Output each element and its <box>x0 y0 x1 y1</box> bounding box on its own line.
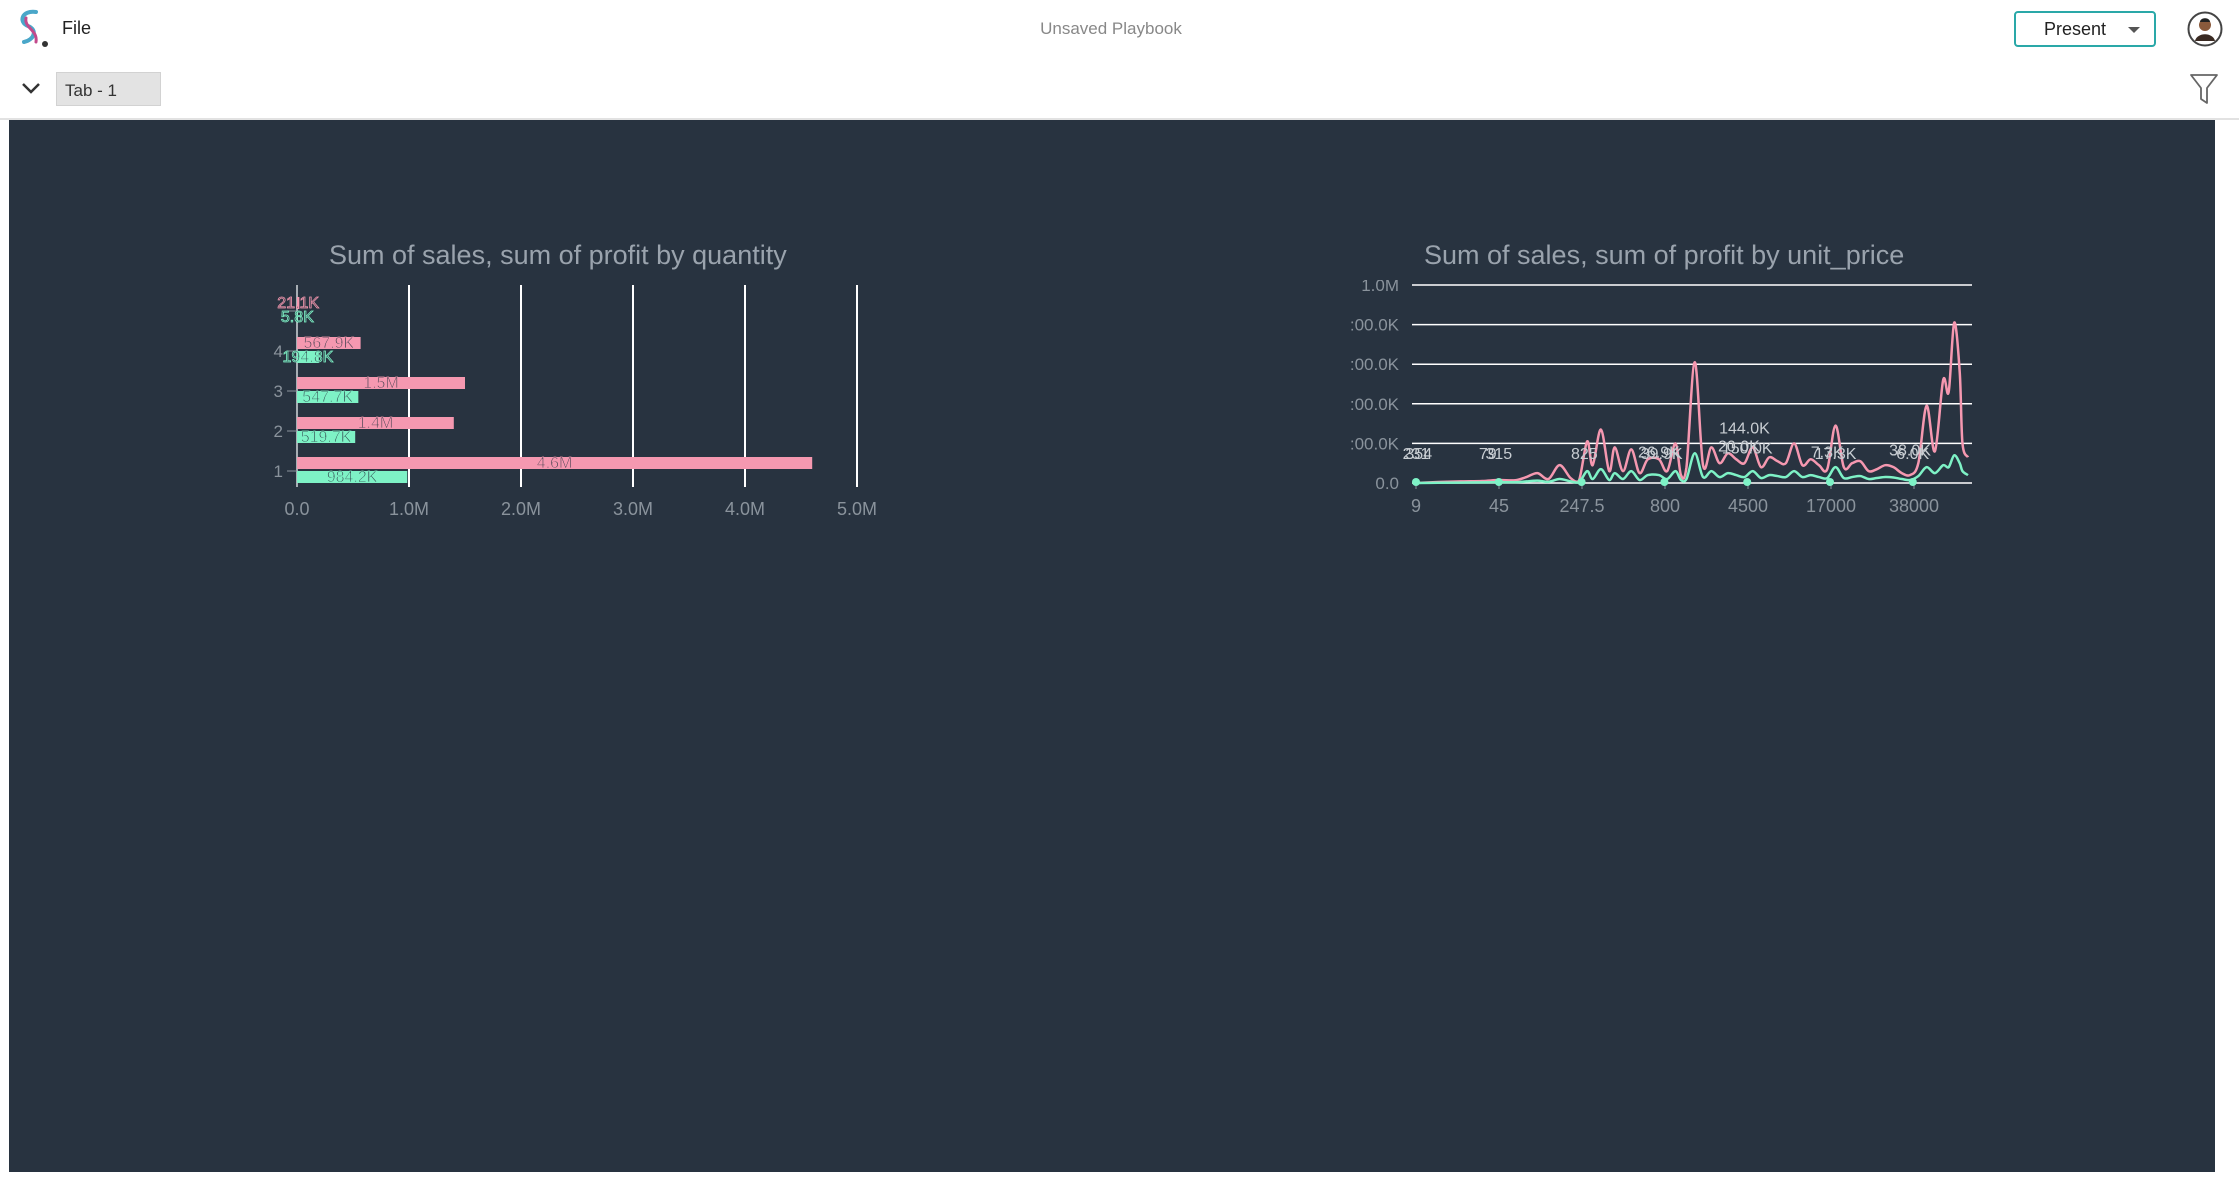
line-data-label: 17.3K <box>1815 446 1857 463</box>
y-tick-label: 2 <box>274 422 283 441</box>
chart-1-title: Sum of sales, sum of profit by quantity <box>329 240 787 270</box>
x-tick-label: 38000 <box>1889 496 1939 516</box>
profit-point <box>1660 478 1669 486</box>
dashboard-canvas: Sum of sales, sum of profit by quantity … <box>9 120 2215 1172</box>
y-tick-label: 3 <box>274 382 283 401</box>
profit-point <box>1494 478 1503 486</box>
x-tick-label: 247.5 <box>1559 496 1604 516</box>
x-tick-label: 800 <box>1650 496 1680 516</box>
line-data-label: -6.0K <box>1891 446 1930 463</box>
profit-data-label: 194.8K <box>283 349 334 366</box>
profit-data-label: 519.7K <box>301 429 352 446</box>
present-button-label: Present <box>2044 18 2107 39</box>
line-data-label: 144.0K <box>1719 421 1770 438</box>
profit-point <box>1908 478 1917 486</box>
line-chart[interactable]: 0.0 :00.0K :00.0K :00.0K :00.0K 1.0M 9 45 247.5 8… <box>1309 280 2009 520</box>
chevron-down-icon[interactable] <box>20 80 42 96</box>
y-tick-label: :00.0K <box>1350 395 1400 414</box>
user-avatar-icon[interactable] <box>2187 11 2223 47</box>
y-tick-label: 0.0 <box>1375 474 1399 493</box>
line-data-label: 825 <box>1571 446 1598 463</box>
profit-data-label: 984.2K <box>327 469 378 486</box>
playbook-title: Unsaved Playbook <box>1040 19 1182 38</box>
x-tick-label: 3.0M <box>613 499 653 519</box>
line-data-label: 150.0K <box>1722 440 1773 457</box>
filter-funnel-icon[interactable] <box>2189 72 2219 106</box>
profit-data-label: 5.8K <box>281 309 314 326</box>
line-data-label: 39.9K <box>1641 446 1683 463</box>
sales-data-label: 1.4M <box>358 415 394 432</box>
x-tick-label: 45 <box>1489 496 1509 516</box>
y-tick-label: :00.0K <box>1350 355 1400 374</box>
bar-chart[interactable]: 0.0 1.0M 2.0M 3.0M 4.0M 5.0M 1 4.6M 984.2K 2 1.4M 5… <box>259 280 909 520</box>
y-tick-label: 1 <box>274 462 283 481</box>
profit-point <box>1412 478 1420 486</box>
present-button[interactable]: Present <box>2014 11 2156 47</box>
profit-point <box>1577 478 1586 486</box>
chevron-down-icon[interactable] <box>2128 27 2140 33</box>
x-tick-label: 4.0M <box>725 499 765 519</box>
x-tick-label: 2.0M <box>501 499 541 519</box>
line-data-label: 315 <box>1485 446 1512 463</box>
y-tick-label: 1.0M <box>1361 280 1399 295</box>
tab-bar: Tab - 1 <box>0 60 2239 120</box>
y-tick-label: :00.0K <box>1350 316 1400 335</box>
sales-data-label: 1.5M <box>363 375 399 392</box>
x-tick-label: 5.0M <box>837 499 877 519</box>
chart-2-title: Sum of sales, sum of profit by unit_pric… <box>1424 240 1905 270</box>
x-tick-label: 0.0 <box>284 499 309 519</box>
x-tick-label: 9 <box>1411 496 1421 516</box>
tab-1[interactable]: Tab - 1 <box>56 72 161 106</box>
x-tick-label: 4500 <box>1728 496 1768 516</box>
profit-point <box>1743 478 1752 486</box>
top-bar: File Unsaved Playbook Present <box>0 0 2239 60</box>
profit-data-label: 547.7K <box>302 389 353 406</box>
profit-point <box>1826 478 1834 486</box>
line-data-label: 354 <box>1405 446 1432 463</box>
y-tick-label: :00.0K <box>1350 434 1400 453</box>
sales-data-label: 4.6M <box>537 455 573 472</box>
x-tick-label: 1.0M <box>389 499 429 519</box>
x-tick-label: 17000 <box>1806 496 1856 516</box>
